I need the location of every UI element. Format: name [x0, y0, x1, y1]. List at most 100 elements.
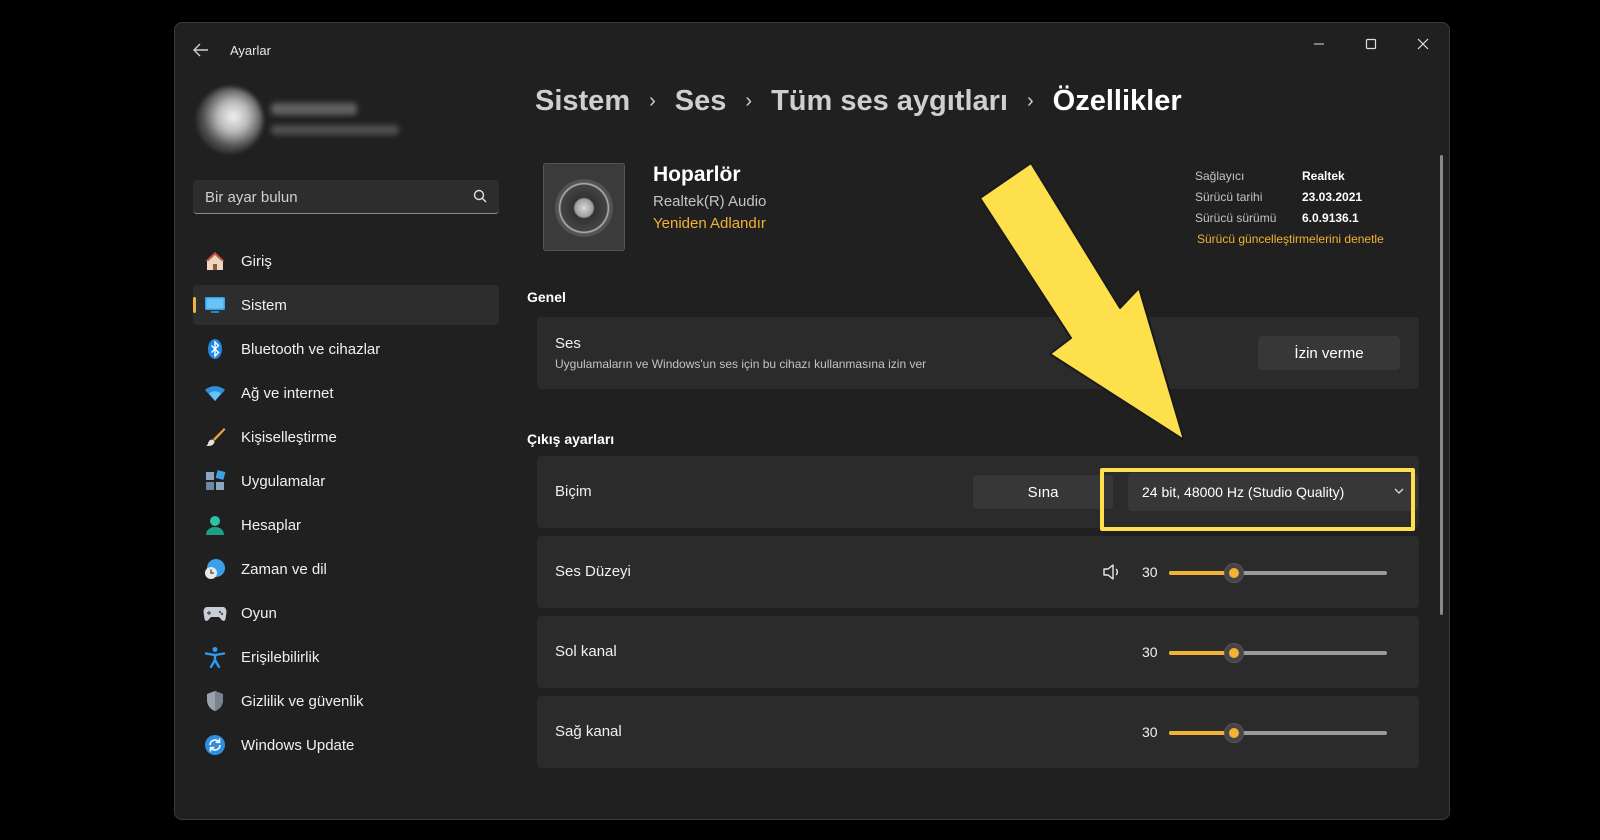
sidebar-item-windows-update[interactable]: Windows Update [193, 725, 499, 765]
settings-search [193, 180, 499, 214]
test-button[interactable]: Sına [973, 475, 1113, 509]
format-dropdown-value: 24 bit, 48000 Hz (Studio Quality) [1142, 484, 1345, 500]
driver-version-value: 6.0.9136.1 [1302, 211, 1359, 225]
breadcrumb: Sistem › Ses › Tüm ses aygıtları › Özell… [535, 85, 1182, 118]
sidebar-item-label: Kişiselleştirme [241, 428, 337, 446]
driver-date-label: Sürücü tarihi [1195, 190, 1263, 204]
right-channel-slider[interactable] [1169, 723, 1387, 743]
avatar [197, 87, 263, 153]
home-icon [203, 249, 227, 273]
sidebar-item-accessibility[interactable]: Erişilebilirlik [193, 637, 499, 677]
audio-permission-description: Uygulamaların ve Windows'un ses için bu … [555, 357, 927, 371]
sidebar-item-time-language[interactable]: Zaman ve dil [193, 549, 499, 589]
sidebar-item-apps[interactable]: Uygulamalar [193, 461, 499, 501]
user-profile[interactable] [193, 81, 403, 153]
left-channel-label: Sol kanal [555, 643, 617, 660]
sidebar-item-label: Erişilebilirlik [241, 648, 320, 666]
volume-value: 30 [1142, 564, 1158, 580]
clock-globe-icon [203, 557, 227, 581]
left-channel-card: Sol kanal 30 [537, 616, 1419, 688]
sidebar-item-personalization[interactable]: Kişiselleştirme [193, 417, 499, 457]
back-button[interactable] [189, 39, 213, 61]
chevron-down-icon [1394, 488, 1404, 494]
sidebar-item-accounts[interactable]: Hesaplar [193, 505, 499, 545]
maximize-button[interactable] [1348, 29, 1394, 59]
speaker-volume-icon[interactable] [1102, 563, 1122, 581]
sidebar-item-giris[interactable]: Giriş [193, 241, 499, 281]
maximize-icon [1365, 38, 1377, 50]
close-icon [1417, 38, 1429, 50]
shield-icon [203, 689, 227, 713]
sidebar-item-label: Ağ ve internet [241, 384, 334, 402]
format-dropdown[interactable]: 24 bit, 48000 Hz (Studio Quality) [1128, 473, 1418, 511]
driver-version-label: Sürücü sürümü [1195, 211, 1277, 225]
breadcrumb-ses[interactable]: Ses [675, 85, 727, 118]
sidebar-item-label: Bluetooth ve cihazlar [241, 340, 381, 358]
slider-thumb[interactable] [1224, 563, 1245, 583]
brush-icon [203, 425, 227, 449]
bluetooth-icon [203, 337, 227, 361]
person-icon [203, 513, 227, 537]
check-driver-updates-link[interactable]: Sürücü güncelleştirmelerini denetle [1197, 232, 1384, 246]
volume-card: Ses Düzeyi 30 [537, 536, 1419, 608]
vertical-scrollbar[interactable] [1440, 155, 1443, 615]
right-channel-card: Sağ kanal 30 [537, 696, 1419, 768]
minimize-button[interactable] [1296, 29, 1342, 59]
sidebar-item-gaming[interactable]: Oyun [193, 593, 499, 633]
sidebar-item-label: Hesaplar [241, 516, 302, 534]
chevron-right-icon: › [745, 90, 753, 112]
display-icon [203, 293, 227, 317]
format-card: Biçim Sına 24 bit, 48000 Hz (Studio Qual… [537, 456, 1419, 528]
breadcrumb-all-devices[interactable]: Tüm ses aygıtları [771, 85, 1008, 118]
search-input[interactable] [193, 180, 467, 214]
user-email-blurred [271, 125, 399, 135]
sidebar-item-privacy[interactable]: Gizlilik ve güvenlik [193, 681, 499, 721]
slider-thumb[interactable] [1224, 723, 1245, 743]
driver-provider-value: Realtek [1302, 169, 1345, 183]
settings-window: Ayarlar Giriş Sistem Bluetooth [174, 22, 1450, 820]
right-channel-value: 30 [1142, 724, 1158, 740]
chevron-right-icon: › [649, 90, 656, 112]
speaker-device-icon [543, 163, 625, 251]
apps-icon [203, 469, 227, 493]
left-channel-slider[interactable] [1169, 643, 1387, 663]
volume-slider[interactable] [1169, 563, 1387, 583]
user-name-blurred [271, 103, 357, 115]
audio-permission-card: Ses Uygulamaların ve Windows'un ses için… [537, 317, 1419, 389]
section-title-general: Genel [527, 289, 566, 305]
chevron-right-icon: › [1027, 90, 1034, 112]
page-title: Özellikler [1052, 85, 1182, 117]
breadcrumb-sistem[interactable]: Sistem [535, 85, 630, 118]
section-title-output: Çıkış ayarları [527, 431, 615, 447]
minimize-icon [1314, 43, 1324, 45]
sidebar-item-label: Uygulamalar [241, 472, 326, 490]
driver-info: Sağlayıcı Realtek Sürücü tarihi 23.03.2021… [1195, 169, 1362, 232]
driver-provider-label: Sağlayıcı [1195, 169, 1245, 183]
sidebar-item-bluetooth[interactable]: Bluetooth ve cihazlar [193, 329, 499, 369]
back-arrow-icon [193, 43, 208, 57]
wifi-icon [203, 381, 227, 405]
update-icon [203, 733, 227, 757]
close-button[interactable] [1400, 29, 1446, 59]
sidebar-item-label: Giriş [241, 252, 272, 270]
sidebar-item-sistem[interactable]: Sistem [193, 285, 499, 325]
rename-link[interactable]: Yeniden Adlandır [653, 215, 766, 232]
format-label: Biçim [555, 483, 592, 500]
sidebar-item-network[interactable]: Ağ ve internet [193, 373, 499, 413]
search-icon[interactable] [473, 189, 487, 203]
left-channel-value: 30 [1142, 644, 1158, 660]
sidebar-item-label: Gizlilik ve güvenlik [241, 692, 364, 710]
sidebar-item-label: Oyun [241, 604, 277, 622]
device-name: Hoparlör [653, 163, 741, 186]
audio-permission-title: Ses [555, 335, 581, 352]
app-title: Ayarlar [230, 43, 271, 58]
accessibility-icon [203, 645, 227, 669]
title-bar: Ayarlar [175, 23, 1449, 77]
right-channel-label: Sağ kanal [555, 723, 622, 740]
driver-date-value: 23.03.2021 [1302, 190, 1363, 204]
gamepad-icon [203, 601, 227, 625]
disallow-button[interactable]: İzin verme [1258, 336, 1400, 370]
slider-thumb[interactable] [1224, 643, 1245, 663]
volume-label: Ses Düzeyi [555, 563, 631, 580]
sidebar-nav: Giriş Sistem Bluetooth ve cihazlar Ağ ve… [193, 241, 499, 769]
